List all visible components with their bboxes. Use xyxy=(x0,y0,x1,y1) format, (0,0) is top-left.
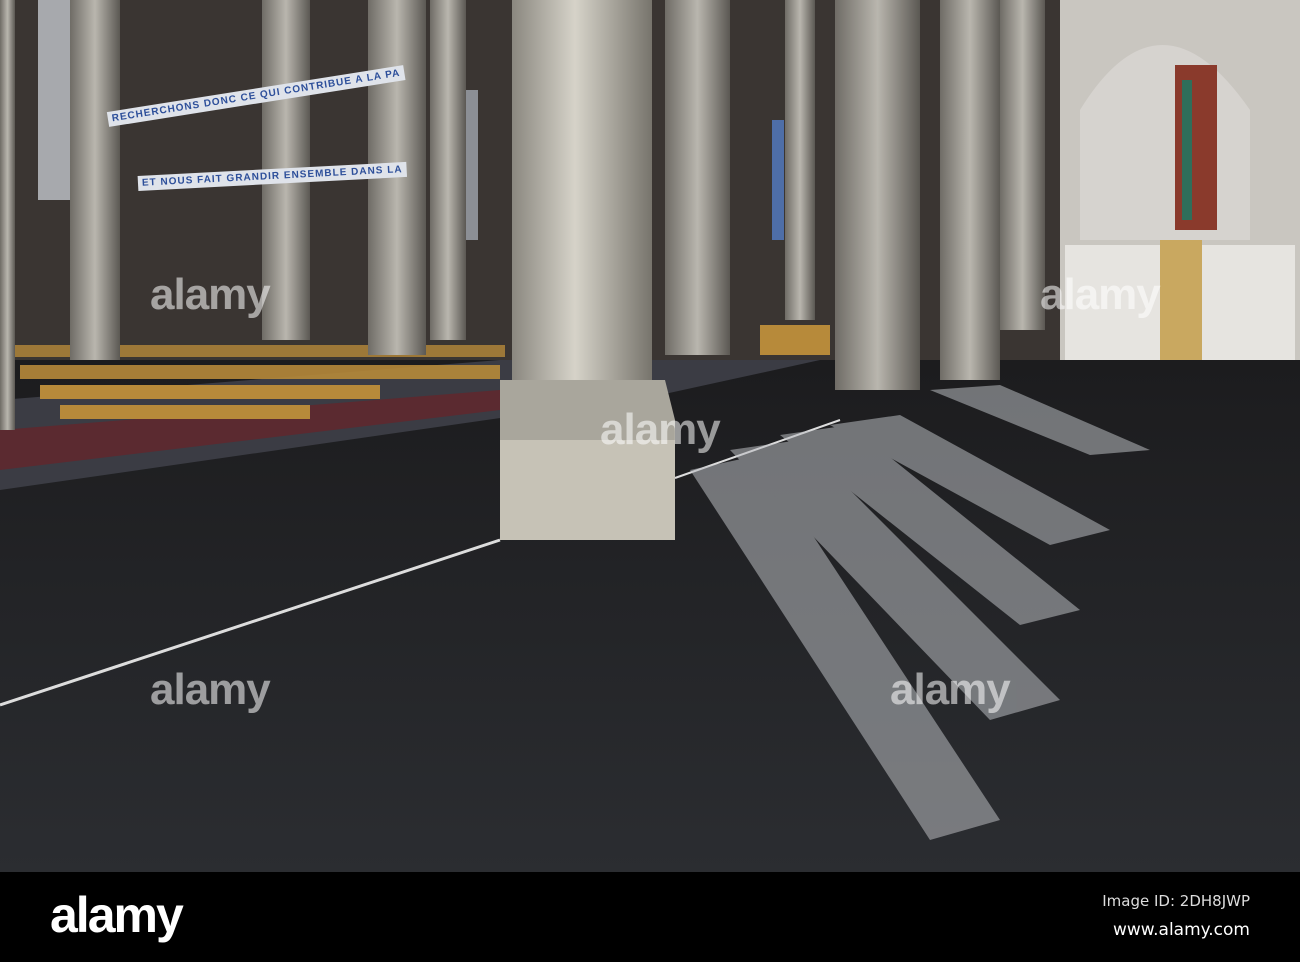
stained-glass-mid xyxy=(772,120,784,240)
pillar xyxy=(70,0,120,360)
pillar xyxy=(430,0,466,340)
watermark: alamy xyxy=(890,665,1011,714)
watermark: alamy xyxy=(150,665,271,714)
main-pillar xyxy=(512,0,652,380)
window-left xyxy=(38,0,70,200)
pillar xyxy=(0,0,15,430)
pillar xyxy=(1000,0,1045,330)
pillar xyxy=(835,0,920,390)
pillar xyxy=(940,0,1000,380)
pillar xyxy=(785,0,815,320)
watermark: alamy xyxy=(1040,270,1161,319)
alamy-logo: alamy xyxy=(50,887,184,943)
footer-bar: alamy Image ID: 2DH8JWP www.alamy.com xyxy=(0,872,1300,962)
watermark: alamy xyxy=(150,270,271,319)
watermark: alamy xyxy=(600,405,721,454)
stained-glass-window xyxy=(1175,65,1217,230)
pillar xyxy=(665,0,730,355)
site-url: www.alamy.com xyxy=(1112,920,1250,940)
image-id: Image ID: 2DH8JWP xyxy=(1102,892,1250,910)
cathedral-interior-photo: RECHERCHONS DONC CE QUI CONTRIBUE A LA P… xyxy=(0,0,1300,872)
